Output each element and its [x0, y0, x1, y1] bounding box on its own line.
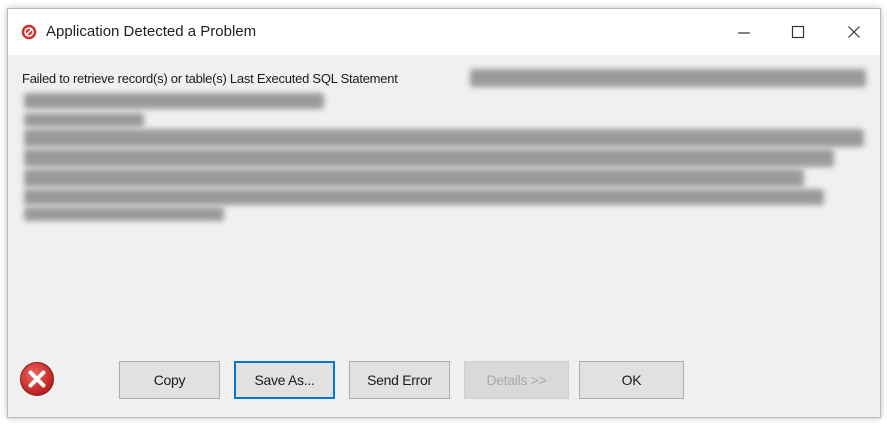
ok-button[interactable]: OK — [579, 361, 684, 399]
save-as-button[interactable]: Save As... — [234, 361, 335, 399]
details-button[interactable]: Details >> — [464, 361, 569, 399]
minimize-icon — [738, 32, 750, 34]
window-title: Application Detected a Problem — [46, 23, 257, 40]
error-message: Failed to retrieve record(s) or table(s)… — [22, 71, 398, 86]
close-button[interactable] — [831, 17, 877, 47]
stop-sign-icon — [21, 24, 37, 40]
copy-button[interactable]: Copy — [119, 361, 220, 399]
error-dialog: Application Detected a Problem Failed to… — [7, 8, 881, 418]
error-icon — [19, 361, 55, 397]
title-bar[interactable]: Application Detected a Problem — [8, 9, 880, 55]
maximize-button[interactable] — [775, 17, 821, 47]
minimize-button[interactable] — [721, 17, 767, 47]
send-error-button[interactable]: Send Error — [349, 361, 450, 399]
close-icon — [848, 26, 860, 38]
maximize-icon — [791, 25, 805, 39]
